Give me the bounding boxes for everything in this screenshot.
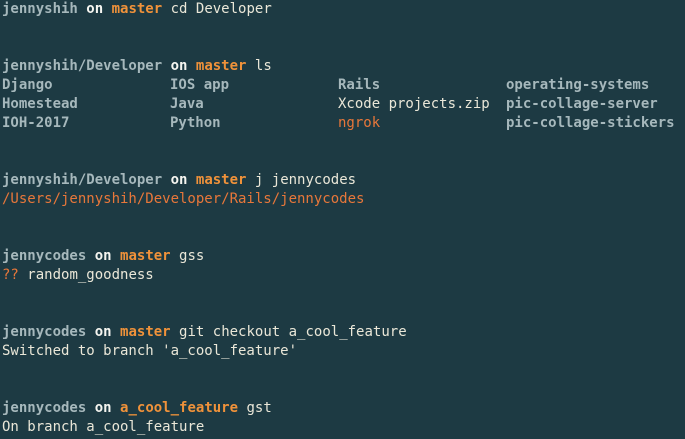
prompt-branch: master — [111, 1, 163, 17]
prompt-line: jennyshih/Developer on master ls — [2, 57, 683, 76]
prompt-command: cd Developer — [170, 1, 272, 17]
ls-entry-dir: Homestead — [2, 96, 78, 112]
command-output: ?? random_goodness — [2, 266, 683, 285]
command-output: Switched to branch 'a_cool_feature' — [2, 343, 298, 359]
ls-entry-dir: operating-systems — [506, 77, 650, 93]
command-output: /Users/jennyshih/Developer/Rails/jennyco… — [2, 191, 365, 207]
ls-entry-file: Xcode projects.zip — [338, 96, 490, 112]
prompt-path: jennycodes — [2, 324, 87, 340]
prompt-command: gss — [179, 248, 205, 264]
prompt-path: jennyshih/Developer — [2, 58, 163, 74]
prompt-line: jennyshih/Developer on master j jennycod… — [2, 171, 683, 190]
ls-entry-dir: pic-collage-server — [506, 96, 658, 112]
prompt-on: on — [94, 400, 112, 416]
prompt-path: jennycodes — [2, 400, 87, 416]
ls-entry-dir: Java — [170, 96, 204, 112]
prompt-on: on — [170, 58, 188, 74]
prompt-branch: master — [195, 172, 247, 188]
prompt-command: j jennycodes — [254, 172, 357, 188]
ls-listing: Django IOS app Rails operating-systems H… — [2, 76, 683, 133]
prompt-path: jennycodes — [2, 248, 87, 264]
prompt-command: gst — [246, 400, 272, 416]
prompt-path: jennyshih/Developer — [2, 172, 163, 188]
terminal-window[interactable]: jennyshih on master cd Developer jennysh… — [0, 0, 685, 439]
prompt-line: jennycodes on master git checkout a_cool… — [2, 323, 683, 342]
untracked-marker: ?? — [2, 267, 19, 283]
prompt-on: on — [94, 248, 112, 264]
prompt-line: jennyshih on master cd Developer — [2, 0, 683, 19]
ls-entry-executable: ngrok — [338, 115, 381, 131]
prompt-on: on — [94, 324, 112, 340]
ls-entry-dir: IOH-2017 — [2, 115, 70, 131]
prompt-command: ls — [254, 58, 272, 74]
prompt-branch: a_cool_feature — [120, 400, 239, 416]
untracked-file: random_goodness — [27, 267, 154, 283]
ls-entry-dir: Django — [2, 77, 53, 93]
prompt-branch: master — [195, 58, 247, 74]
prompt-on: on — [86, 1, 104, 17]
prompt-on: on — [170, 172, 188, 188]
prompt-branch: master — [120, 248, 171, 264]
prompt-branch: master — [120, 324, 171, 340]
prompt-path: jennyshih — [2, 1, 78, 17]
ls-entry-dir: Python — [170, 115, 221, 131]
prompt-line: jennycodes on a_cool_feature gst — [2, 399, 683, 418]
prompt-line: jennycodes on master gss — [2, 247, 683, 266]
ls-entry-dir: Rails — [338, 77, 381, 93]
command-output: On branch a_cool_feature — [2, 419, 205, 435]
prompt-command: git checkout a_cool_feature — [179, 324, 407, 340]
ls-entry-dir: pic-collage-stickers — [506, 115, 675, 131]
ls-entry-dir: IOS app — [170, 77, 230, 93]
